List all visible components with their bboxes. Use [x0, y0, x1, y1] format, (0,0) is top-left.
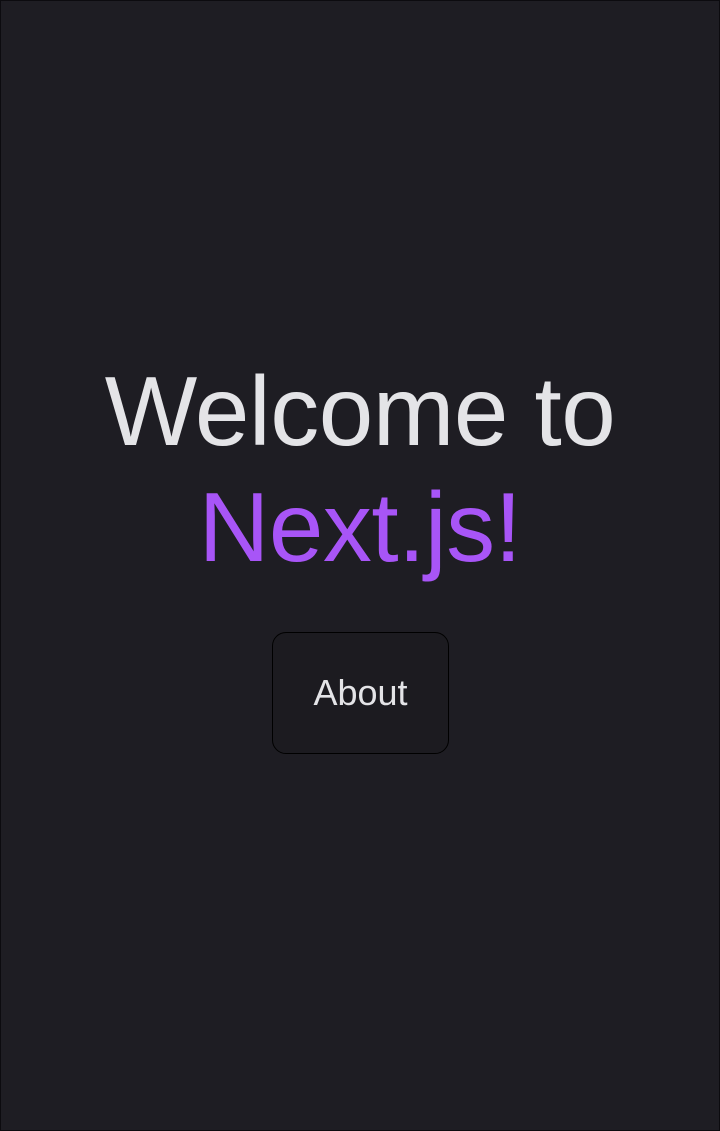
title-brand-text: Next.js! [198, 472, 522, 582]
app-root: Welcome to Next.js! About [1, 1, 719, 1130]
page-title: Welcome to Next.js! [1, 353, 719, 585]
about-button[interactable]: About [272, 632, 449, 754]
title-welcome-text: Welcome to [104, 356, 616, 466]
